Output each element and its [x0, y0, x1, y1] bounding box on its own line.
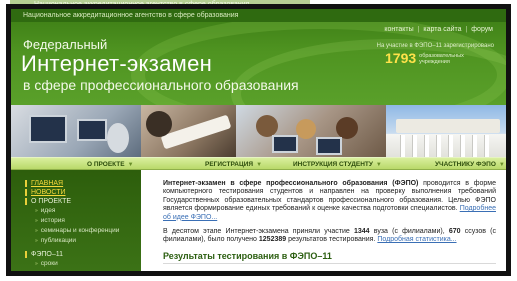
bullet-icon	[25, 180, 27, 187]
agency-name: Национальное аккредитационное агентство …	[11, 9, 506, 22]
arrow-right-icon: »	[35, 228, 38, 234]
stats-text: вуза (с филиалами),	[369, 228, 449, 236]
stats-universities: 1344	[353, 228, 370, 236]
stats-text: В десятом этапе Интернет-экзамена принял…	[163, 228, 354, 236]
intro-paragraph: Интернет-экзамен в сфере профессионально…	[163, 180, 496, 222]
link-separator: |	[465, 26, 468, 33]
sidebar-subitem-seminars[interactable]: » семинары и конференции	[25, 226, 141, 236]
section-title: Результаты тестирования в ФЭПО–11	[163, 251, 496, 264]
chevron-down-icon: ▼	[256, 162, 263, 168]
chevron-down-icon: ▼	[498, 162, 505, 168]
stats-paragraph: В десятом этапе Интернет-экзамена принял…	[163, 228, 496, 245]
site-title-line2[interactable]: Интернет-экзамен	[21, 51, 212, 77]
sidebar-item-label: ФЭПО–11	[31, 251, 63, 258]
nav-item-student-instructions[interactable]: ИНСТРУКЦИЯ СТУДЕНТУ ▼	[293, 161, 382, 168]
stats-colleges: 670	[448, 228, 461, 236]
nav-item-label: РЕГИСТРАЦИЯ	[205, 161, 254, 168]
contacts-link[interactable]: контакты	[384, 26, 413, 33]
bullet-icon	[25, 251, 27, 258]
stats-results: 1252389	[258, 236, 287, 244]
detailed-stats-link[interactable]: Подробная статистика...	[377, 236, 456, 243]
nav-item-participant[interactable]: УЧАСТНИКУ ФЭПО ▼	[435, 161, 505, 168]
sidebar-item-fepo11[interactable]: ФЭПО–11	[25, 250, 141, 259]
link-separator: |	[417, 26, 420, 33]
browser-frame: Национальное аккредитационное агентство …	[6, 4, 511, 276]
arrow-right-icon: »	[35, 218, 38, 224]
sidebar-subitem-label: семинары и конференции	[40, 227, 120, 234]
nav-item-label: УЧАСТНИКУ ФЭПО	[435, 161, 496, 168]
main-navigation: О ПРОЕКТЕ ▼ РЕГИСТРАЦИЯ ▼ ИНСТРУКЦИЯ СТУДЕ…	[11, 157, 506, 170]
nav-item-label: О ПРОЕКТЕ	[87, 161, 125, 168]
nav-item-about[interactable]: О ПРОЕКТЕ ▼	[87, 161, 134, 168]
sitemap-link[interactable]: карта сайта	[423, 26, 461, 33]
sidebar-subitem-deadlines[interactable]: » сроки	[25, 259, 141, 269]
registration-count: 1793	[385, 50, 417, 66]
arrow-right-icon: »	[35, 208, 38, 214]
sidebar-item-label: О ПРОЕКТЕ	[31, 198, 72, 205]
sidebar-item-news[interactable]: НОВОСТИ	[25, 188, 141, 197]
banner-photo-documents	[141, 105, 236, 157]
photo-banner	[11, 105, 506, 157]
main-content: Интернет-экзамен в сфере профессионально…	[141, 170, 506, 271]
site-title-line1: Федеральный	[23, 37, 108, 52]
intro-bold: Интернет-экзамен в сфере профессионально…	[163, 180, 419, 187]
sidebar-item-label: НОВОСТИ	[31, 189, 66, 196]
bullet-icon	[25, 198, 27, 205]
sidebar-subitem-publications[interactable]: » публикации	[25, 236, 141, 246]
registration-counter: 1793 образовательных учреждения	[385, 50, 464, 66]
registration-count-label: образовательных учреждения	[419, 53, 464, 65]
utility-links: контакты | карта сайта | форум	[383, 26, 494, 33]
sidebar-subitem-idea[interactable]: » идея	[25, 206, 141, 216]
sidebar-subitem-label: сроки	[40, 260, 58, 267]
sidebar-item-home[interactable]: ГЛАВНАЯ	[25, 179, 141, 188]
sidebar-subitem-label: идея	[40, 207, 56, 214]
banner-photo-building	[386, 105, 506, 157]
bullet-icon	[25, 189, 27, 196]
chevron-down-icon: ▼	[127, 162, 134, 168]
sidebar-item-about[interactable]: О ПРОЕКТЕ	[25, 197, 141, 206]
nav-item-registration[interactable]: РЕГИСТРАЦИЯ ▼	[205, 161, 262, 168]
sidebar-menu: ГЛАВНАЯ НОВОСТИ О ПРОЕКТЕ » идея » история…	[11, 170, 141, 271]
banner-photo-students	[236, 105, 386, 157]
site-header: Национальное аккредитационное агентство …	[11, 9, 506, 105]
arrow-right-icon: »	[35, 261, 38, 267]
sidebar-subitem-history[interactable]: » история	[25, 216, 141, 226]
sidebar-item-label: ГЛАВНАЯ	[31, 180, 64, 187]
arrow-right-icon: »	[35, 238, 38, 244]
sidebar-subitem-label: публикации	[40, 237, 77, 244]
sidebar-subitem-label: история	[40, 217, 65, 224]
forum-link[interactable]: форум	[471, 26, 493, 33]
registration-note: На участие в ФЭПО–11 зарегистрировано	[376, 43, 494, 49]
site-title-line3: в сфере профессионального образования	[23, 77, 299, 93]
stats-text: результатов тестирования.	[286, 236, 378, 244]
nav-item-label: ИНСТРУКЦИЯ СТУДЕНТУ	[293, 161, 373, 168]
chevron-down-icon: ▼	[375, 162, 382, 168]
banner-photo-computers	[11, 105, 141, 157]
